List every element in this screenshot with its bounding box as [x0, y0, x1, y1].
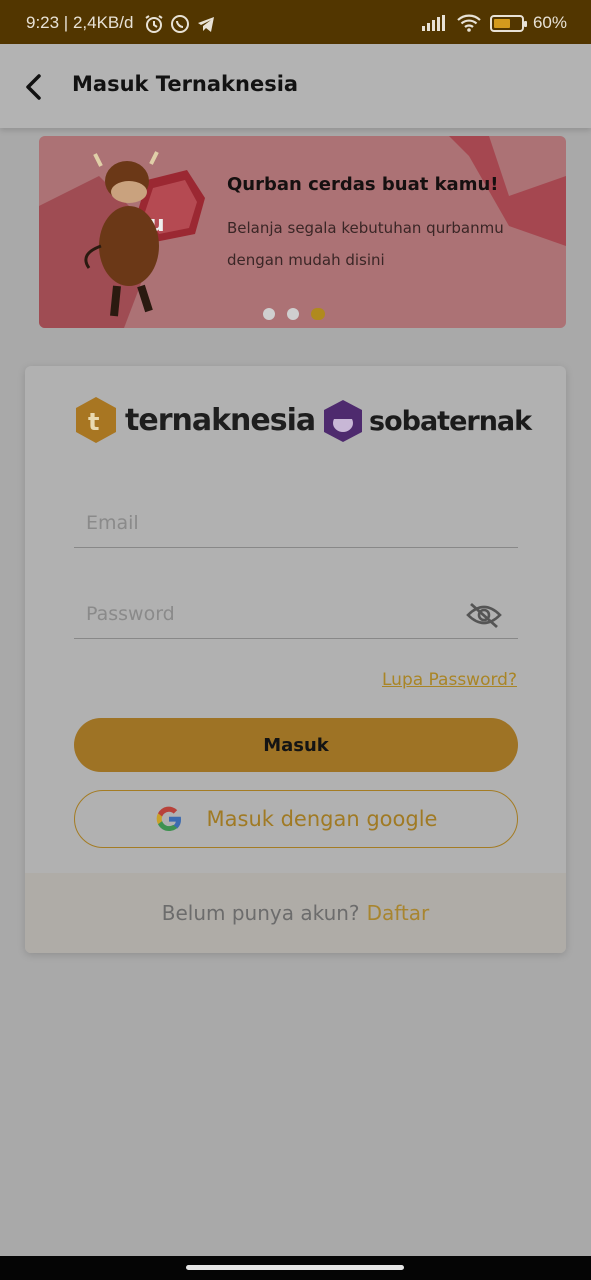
ternaknesia-wordmark: ternaknesia — [125, 402, 316, 438]
ternaknesia-icon: t — [76, 397, 116, 443]
email-field[interactable] — [74, 498, 518, 548]
password-input[interactable] — [86, 597, 446, 631]
app-bar: Masuk Ternaknesia — [0, 44, 591, 128]
ternaknesia-logo: t ternaknesia — [75, 396, 316, 444]
status-bar: 9:23 | 2,4KB/d 60% — [0, 0, 591, 44]
back-arrow-icon — [26, 74, 41, 100]
alarm-icon — [145, 15, 163, 33]
wifi-icon — [457, 14, 481, 32]
signal-icon — [421, 15, 445, 31]
sobaternak-logo: sobaternak — [323, 399, 532, 443]
register-question: Belum punya akun? — [161, 901, 360, 925]
status-time: 9:23 | 2,4KB/d — [26, 13, 134, 32]
carousel-dot[interactable] — [287, 308, 299, 320]
eye-off-icon — [466, 602, 502, 629]
partner-logos: t ternaknesia sobaternak — [75, 396, 532, 446]
register-link[interactable]: Daftar — [367, 901, 430, 925]
sobaternak-icon — [324, 400, 362, 442]
carousel-dot-active[interactable] — [311, 308, 325, 320]
back-button[interactable] — [20, 72, 50, 102]
forgot-password-link[interactable]: Lupa Password? — [382, 670, 517, 690]
toggle-password-visibility[interactable] — [466, 601, 502, 629]
login-button[interactable]: Masuk — [74, 718, 518, 772]
page-title: Masuk Ternaknesia — [72, 72, 299, 96]
battery-icon — [489, 14, 527, 32]
notification-icons — [144, 14, 216, 34]
home-indicator[interactable] — [186, 1265, 404, 1270]
sobaternak-wordmark: sobaternak — [369, 405, 532, 437]
system-nav-bar — [0, 1256, 591, 1280]
banner-title: Qurban cerdas buat kamu! — [227, 174, 499, 195]
google-login-label: Masuk dengan google — [206, 807, 438, 831]
google-login-button[interactable]: Masuk dengan google — [74, 790, 518, 848]
carousel-indicator — [263, 308, 325, 320]
battery-percent: 60% — [532, 13, 567, 32]
carousel-dot[interactable] — [263, 308, 275, 320]
email-input[interactable] — [86, 506, 446, 540]
svg-text:t: t — [88, 408, 99, 436]
register-prompt: Belum punya akun? Daftar — [25, 873, 566, 953]
telegram-icon — [198, 17, 214, 32]
system-status: 60% — [421, 13, 567, 33]
banner-subtitle: Belanja segala kebutuhan qurbanmu dengan… — [227, 219, 504, 269]
password-field[interactable] — [74, 589, 518, 639]
google-icon — [156, 806, 181, 832]
promo-banner[interactable]: u Qurban cerdas buat kamu! Belanja segal… — [39, 136, 566, 328]
whatsapp-icon — [171, 15, 189, 33]
login-card: t ternaknesia sobaternak Lupa Password? … — [25, 366, 566, 953]
